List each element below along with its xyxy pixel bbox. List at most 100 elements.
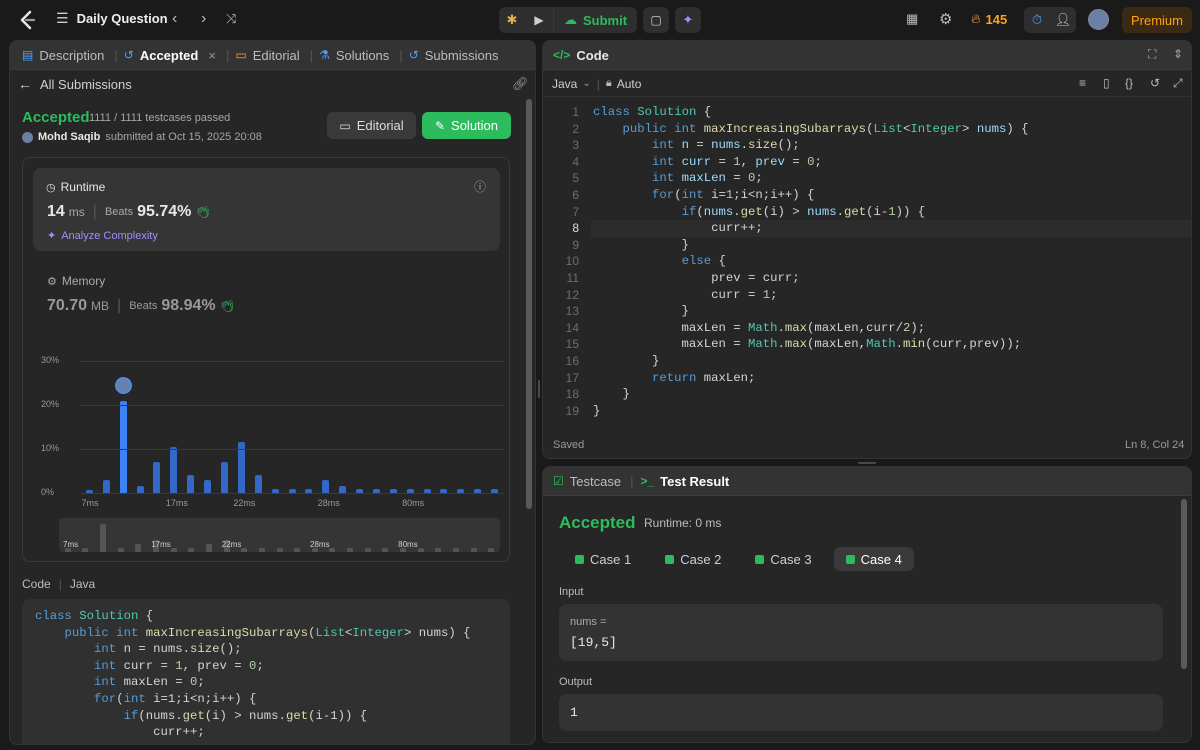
tab-submissions[interactable]: ↺ Submissions <box>403 48 509 63</box>
saved-status: Saved <box>553 439 585 451</box>
chart-bar[interactable] <box>102 479 110 493</box>
cursor-position: Ln 8, Col 24 <box>1125 439 1185 451</box>
shuffle-icon[interactable]: ⤨ <box>226 11 236 27</box>
case-4-tab[interactable]: Case 4 <box>833 547 914 571</box>
horizontal-splitter[interactable] <box>858 462 876 464</box>
tab-testcase[interactable]: ☑ Testcase <box>553 474 630 489</box>
code-editor-panel: </> Code ⛶ ⇕ Java ⌄ | 🔒︎ Auto ≡ ▯ {} ↺ ⤢… <box>542 40 1192 459</box>
tab-test-result[interactable]: >_ Test Result <box>633 474 729 489</box>
case-2-tab[interactable]: Case 2 <box>653 547 733 571</box>
logo-icon[interactable] <box>16 9 38 31</box>
editorial-button[interactable]: ▭ Editorial <box>327 112 416 139</box>
chart-bar[interactable] <box>119 400 127 493</box>
left-scrollbar[interactable] <box>526 99 532 509</box>
chart-bar[interactable] <box>187 475 195 493</box>
fire-icon: 🔥︎ <box>971 11 981 26</box>
run-button[interactable]: ▶ <box>525 7 553 33</box>
minimap-bar <box>117 548 124 552</box>
terminal-icon: >_ <box>640 474 655 488</box>
analyze-complexity-button[interactable]: ✦ Analyze Complexity <box>47 229 158 243</box>
chart-bar[interactable] <box>204 479 212 493</box>
run-controls: ✱ ▶ ☁ Submit <box>499 7 638 33</box>
layout-icon[interactable]: ▦ <box>906 11 918 27</box>
collapse-icon[interactable]: ⇕ <box>1173 47 1183 61</box>
param-value: [19,5] <box>570 635 617 650</box>
chart-minimap[interactable]: 7ms 17ms 22ms 28ms 80ms <box>59 518 500 552</box>
premium-button[interactable]: Premium <box>1122 7 1192 33</box>
minimap-bar <box>276 548 283 552</box>
ai-sparkle-icon[interactable]: ✦ <box>675 7 701 33</box>
minimap-bar <box>241 548 248 552</box>
check-icon <box>845 554 855 564</box>
tab-accepted[interactable]: ↺ Accepted × <box>118 48 226 63</box>
chart-bar[interactable] <box>254 475 262 493</box>
gear-icon[interactable]: ⚙ <box>939 10 952 28</box>
code-editor[interactable]: class Solution { public int maxIncreasin… <box>593 104 1183 419</box>
language-select[interactable]: Java ⌄ <box>552 77 591 91</box>
reset-icon[interactable]: ↺ <box>1150 76 1160 90</box>
info-icon[interactable]: ⓘ <box>474 178 486 195</box>
line-numbers: 1 2 3 4 5 6 7 8 9 10 11 12 13 14 15 16 17 18 19 <box>565 105 579 418</box>
tab-description[interactable]: ▤ Description <box>22 48 114 63</box>
runtime-card[interactable]: ◷ Runtime ⓘ 14 ms | Beats 95.74% 👏︎ ✦ An… <box>33 168 500 251</box>
case-tabs: Case 1 Case 2 Case 3 Case 4 <box>563 547 914 571</box>
submit-button[interactable]: ☁ Submit <box>553 7 637 33</box>
sparkle-icon: ✦ <box>47 230 57 242</box>
user-position-avatar[interactable] <box>114 376 132 394</box>
chart-bar[interactable] <box>153 462 161 493</box>
chart-bar[interactable] <box>136 486 144 493</box>
submitter: Mohd Saqib submitted at Oct 15, 2025 20:… <box>22 131 262 143</box>
vertical-splitter[interactable] <box>538 380 540 398</box>
code-icon: </> <box>553 48 571 62</box>
auto-mode[interactable]: 🔒︎ Auto <box>606 77 642 91</box>
debug-icon[interactable]: ✱ <box>499 7 525 33</box>
streak-counter[interactable]: 🔥︎ 145 <box>971 11 1007 27</box>
code-line: public int maxIncreasingSubarrays(List<I… <box>64 625 471 640</box>
submission-status: Accepted <box>22 109 90 126</box>
next-arrow-icon[interactable]: › <box>201 10 206 28</box>
timer-invite-group: ⏱ 👤︎ <box>1024 7 1076 33</box>
minimap-bar <box>435 548 442 552</box>
close-icon[interactable]: × <box>208 48 216 63</box>
prev-arrow-icon[interactable]: ‹ <box>172 10 177 28</box>
tab-solutions[interactable]: ⚗ Solutions <box>313 48 399 63</box>
case-3-tab[interactable]: Case 3 <box>743 547 823 571</box>
chart-bar[interactable] <box>322 479 330 493</box>
check-icon <box>575 554 584 564</box>
braces-icon[interactable]: {} <box>1125 76 1133 90</box>
code-line: curr++; <box>35 725 205 740</box>
description-icon: ▤ <box>22 48 34 62</box>
tab-editorial[interactable]: ▭ Editorial <box>229 48 309 63</box>
solution-button[interactable]: ✎ Solution <box>422 112 511 139</box>
minimap-bar <box>294 548 301 552</box>
share-link-icon[interactable]: 🔗︎ <box>512 76 529 92</box>
memory-header[interactable]: ⚙ Memory <box>47 274 105 288</box>
clock-icon: ◷ <box>46 181 56 194</box>
notes-icon[interactable]: ▢ <box>643 7 669 33</box>
minimap-bar <box>170 548 177 552</box>
result-scrollbar[interactable] <box>1181 499 1187 669</box>
minimap-bar <box>188 548 195 552</box>
all-submissions-link[interactable]: ← All Submissions <box>18 76 132 92</box>
y-tick-label: 30% <box>41 355 60 365</box>
result-status: Accepted <box>559 513 636 532</box>
cloud-upload-icon: ☁ <box>564 12 577 27</box>
chart-bar[interactable] <box>339 486 347 493</box>
test-result-panel: ☑ Testcase | >_ Test Result Accepted Run… <box>542 466 1192 743</box>
maximize-icon[interactable]: ⛶ <box>1148 47 1156 62</box>
format-icon[interactable]: ≡ <box>1079 76 1086 90</box>
beats-label: Beats <box>129 300 158 312</box>
result-tabbar: ☑ Testcase | >_ Test Result <box>543 467 1191 496</box>
expand-icon[interactable]: ⤢ <box>1173 76 1183 91</box>
add-user-icon[interactable]: 👤︎ <box>1050 12 1076 28</box>
case-1-tab[interactable]: Case 1 <box>563 547 643 571</box>
runtime-beats: 95.74% <box>137 203 192 220</box>
avatar[interactable] <box>1088 9 1109 30</box>
code-line: int maxLen = 0; <box>94 675 205 690</box>
chart-bar[interactable] <box>220 462 228 493</box>
chart-bar[interactable] <box>170 446 178 493</box>
timer-icon[interactable]: ⏱ <box>1024 12 1050 28</box>
bookmark-icon[interactable]: ▯ <box>1103 76 1110 90</box>
minimap-bar <box>258 548 265 552</box>
problem-list-button[interactable]: ☰ Daily Question <box>56 10 168 27</box>
